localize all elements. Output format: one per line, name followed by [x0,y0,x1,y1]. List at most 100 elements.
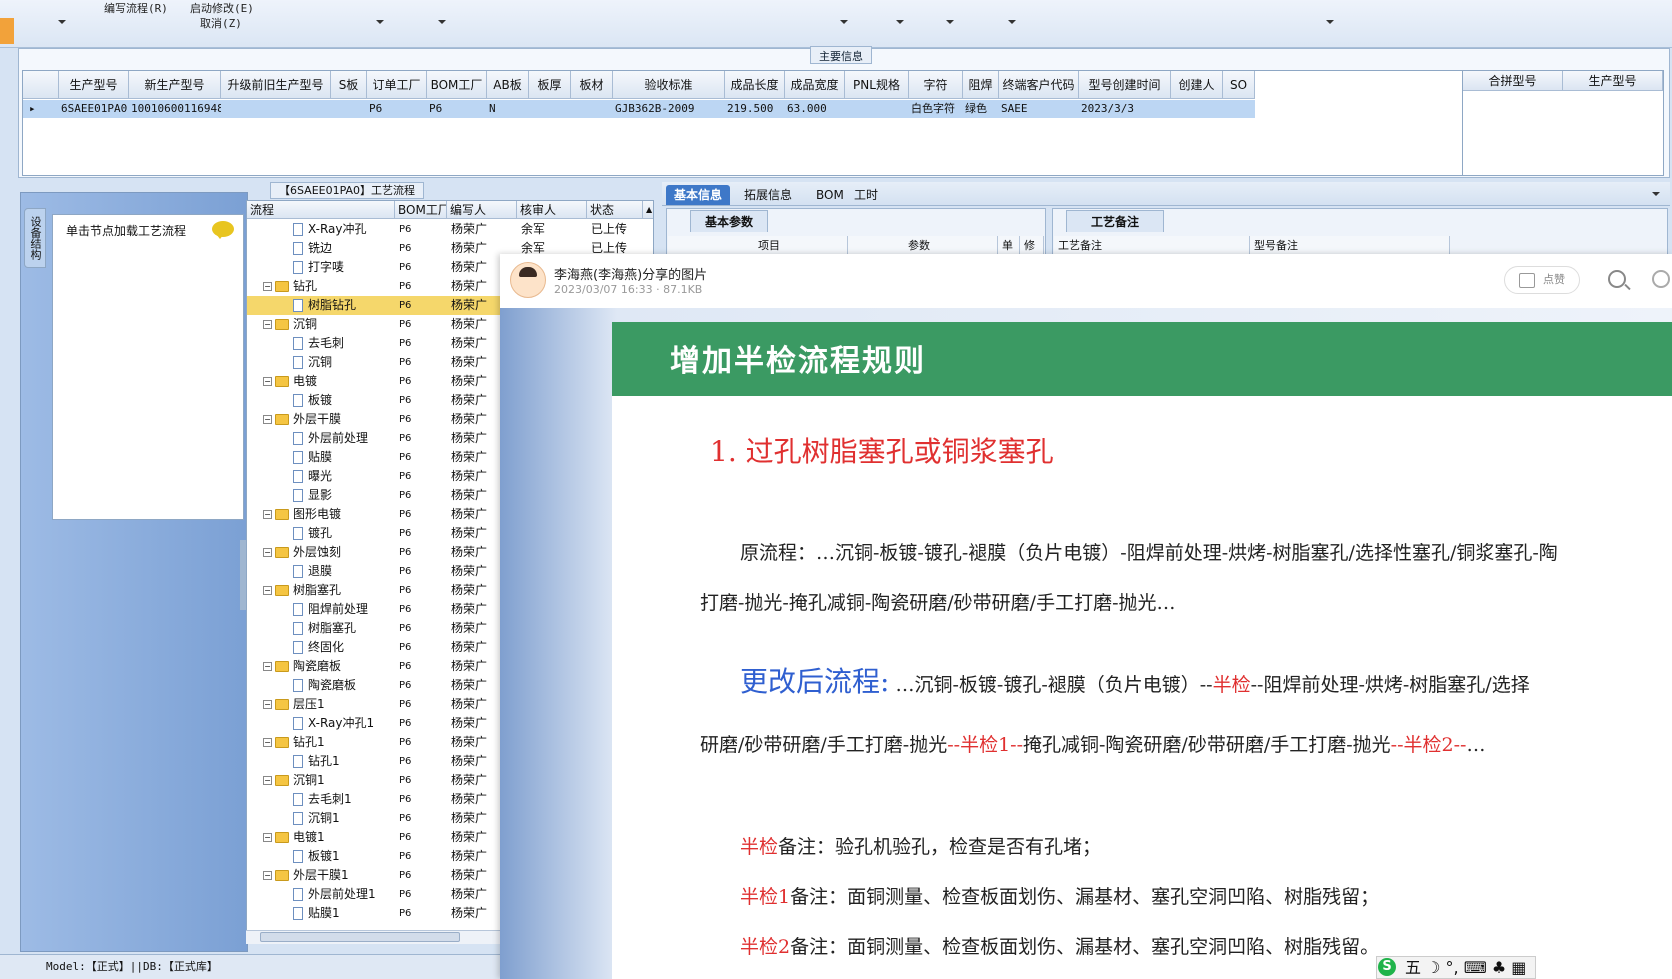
grid-header-5[interactable]: BOM工厂 [427,71,487,99]
chevron-down-icon[interactable] [376,20,384,24]
collapse-icon[interactable]: − [263,776,272,785]
like-button[interactable]: 点赞 [1504,266,1580,294]
grid-header-2[interactable]: 升级前旧生产型号 [221,71,331,99]
tree-node[interactable]: − 电镀 [263,372,395,391]
grid-cell-15[interactable]: SAEE [1001,100,1079,118]
tree-node-label[interactable]: 板镀 [308,393,332,407]
toolbar-start-modify[interactable]: 启动修改(E) [190,0,254,16]
param-unit-header[interactable]: 单 [998,236,1020,256]
tree-header-0[interactable]: 流程 [247,201,395,219]
grid-header-7[interactable]: 板厚 [529,71,571,99]
tree-node[interactable]: − 外层蚀刻 [263,543,395,562]
tree-node-label[interactable]: 外层干膜 [293,412,341,426]
tree-node-label[interactable]: 板镀1 [308,849,340,863]
tree-node[interactable]: X-Ray冲孔1 [293,714,395,733]
collapse-icon[interactable]: − [263,377,272,386]
craft-note-column-header[interactable]: 工艺备注 [1054,236,1250,256]
tree-node[interactable]: − 外层干膜1 [263,866,395,885]
tree-node[interactable]: 显影 [293,486,395,505]
tree-node-label[interactable]: 树脂塞孔 [308,621,356,635]
more-icon[interactable] [1652,270,1670,288]
grid-cell-3[interactable] [333,100,367,118]
tree-node[interactable]: 贴膜1 [293,904,395,923]
tree-node-label[interactable]: X-Ray冲孔1 [308,716,374,730]
grid-cell-5[interactable]: P6 [429,100,487,118]
collapse-icon[interactable]: − [263,548,272,557]
chevron-down-icon[interactable] [58,20,66,24]
collapse-icon[interactable]: − [263,871,272,880]
tree-node[interactable]: 贴膜 [293,448,395,467]
tree-node-label[interactable]: 沉铜1 [308,811,340,825]
tree-node-label[interactable]: 沉铜1 [293,773,325,787]
tree-node-label[interactable]: 外层前处理 [308,431,368,445]
scroll-up-icon[interactable]: ▲ [643,201,653,219]
tree-node-label[interactable]: 打字唛 [308,260,344,274]
grid-header-11[interactable]: 成品宽度 [785,71,845,99]
craft-note-tab[interactable]: 工艺备注 [1066,210,1165,232]
tree-node-label[interactable]: 终固化 [308,640,344,654]
grid-cell-14[interactable]: 绿色 [965,100,999,118]
tree-node[interactable]: 打字唛 [293,258,395,277]
toolbar-cancel[interactable]: 取消(Z) [200,15,242,31]
collapse-icon[interactable]: − [263,700,272,709]
tab-3[interactable]: 工时 [846,185,886,205]
tree-node-label[interactable]: 去毛刺 [308,336,344,350]
tree-node[interactable]: 板镀 [293,391,395,410]
main-info-grid[interactable]: 生产型号 新生产型号 升级前旧生产型号 S板 订单工厂 BOM工厂 AB板 板厚 板材 验收标准成… [22,70,1464,176]
grid-header-3[interactable]: S板 [331,71,367,99]
collapse-icon[interactable]: − [263,282,272,291]
merge-model-grid[interactable]: 合拼型号 生产型号 [1462,70,1664,176]
tree-node-label[interactable]: 沉铜 [308,355,332,369]
tree-node-label[interactable]: 沉铜 [293,317,317,331]
tree-node-label[interactable]: 树脂塞孔 [293,583,341,597]
grid-header-6[interactable]: AB板 [487,71,529,99]
tree-node[interactable]: − 钻孔 [263,277,395,296]
tree-node[interactable]: − 层压1 [263,695,395,714]
grid-header-10[interactable]: 成品长度 [725,71,785,99]
tab-0[interactable]: 基本信息 [666,185,731,205]
tree-header-1[interactable]: BOM工厂 [395,201,447,219]
grid-corner[interactable] [23,71,59,99]
grid-cell-16[interactable]: 2023/3/3 [1081,100,1171,118]
chevron-down-icon[interactable] [840,20,848,24]
tree-node-label[interactable]: 陶瓷磨板 [308,678,356,692]
device-structure-tab[interactable]: 设备结构 [24,208,46,268]
chevron-down-icon[interactable] [438,20,446,24]
grid-header-1[interactable]: 新生产型号 [129,71,221,99]
grid-header-17[interactable]: 创建人 [1171,71,1223,99]
chevron-down-icon[interactable] [1652,192,1660,196]
grid-header-15[interactable]: 终端客户代码 [999,71,1079,99]
tree-node-label[interactable]: 钻孔1 [293,735,325,749]
tree-node[interactable]: 去毛刺1 [293,790,395,809]
chevron-down-icon[interactable] [896,20,904,24]
toolbar-edit-process[interactable]: 编写流程(R) [104,0,168,16]
tree-node-label[interactable]: 阻焊前处理 [308,602,368,616]
grid-header-9[interactable]: 验收标准 [613,71,725,99]
production-model-header[interactable]: 生产型号 [1563,71,1663,91]
grid-header-18[interactable]: SO [1223,71,1255,99]
grid-cell-1[interactable]: 10010600116948 [131,100,221,118]
collapse-icon[interactable]: − [263,662,272,671]
grid-cell-4[interactable]: P6 [369,100,427,118]
collapse-icon[interactable]: − [263,833,272,842]
tree-node-label[interactable]: 外层前处理1 [308,887,376,901]
grid-header-12[interactable]: PNL规格 [845,71,909,99]
grid-cell-8[interactable] [573,100,613,118]
tree-node[interactable]: − 电镀1 [263,828,395,847]
tree-node-label[interactable]: 图形电镀 [293,507,341,521]
grid-cell-0[interactable]: 6SAEE01PA0 [61,100,129,118]
tree-header-2[interactable]: 编写人 [447,201,517,219]
tree-node[interactable]: − 沉铜 [263,315,395,334]
merge-model-header[interactable]: 合拼型号 [1463,71,1563,91]
grid-cell-2[interactable] [223,100,331,118]
tree-node[interactable]: − 树脂塞孔 [263,581,395,600]
chevron-down-icon[interactable] [946,20,954,24]
tree-node-label[interactable]: 贴膜1 [308,906,340,920]
tree-node[interactable]: 板镀1 [293,847,395,866]
tree-node[interactable]: 退膜 [293,562,395,581]
collapse-icon[interactable]: − [263,510,272,519]
grid-cell-11[interactable]: 63.000 [787,100,845,118]
tree-node-label[interactable]: 电镀 [293,374,317,388]
grid-cell-17[interactable] [1173,100,1223,118]
tree-node-label[interactable]: 外层蚀刻 [293,545,341,559]
